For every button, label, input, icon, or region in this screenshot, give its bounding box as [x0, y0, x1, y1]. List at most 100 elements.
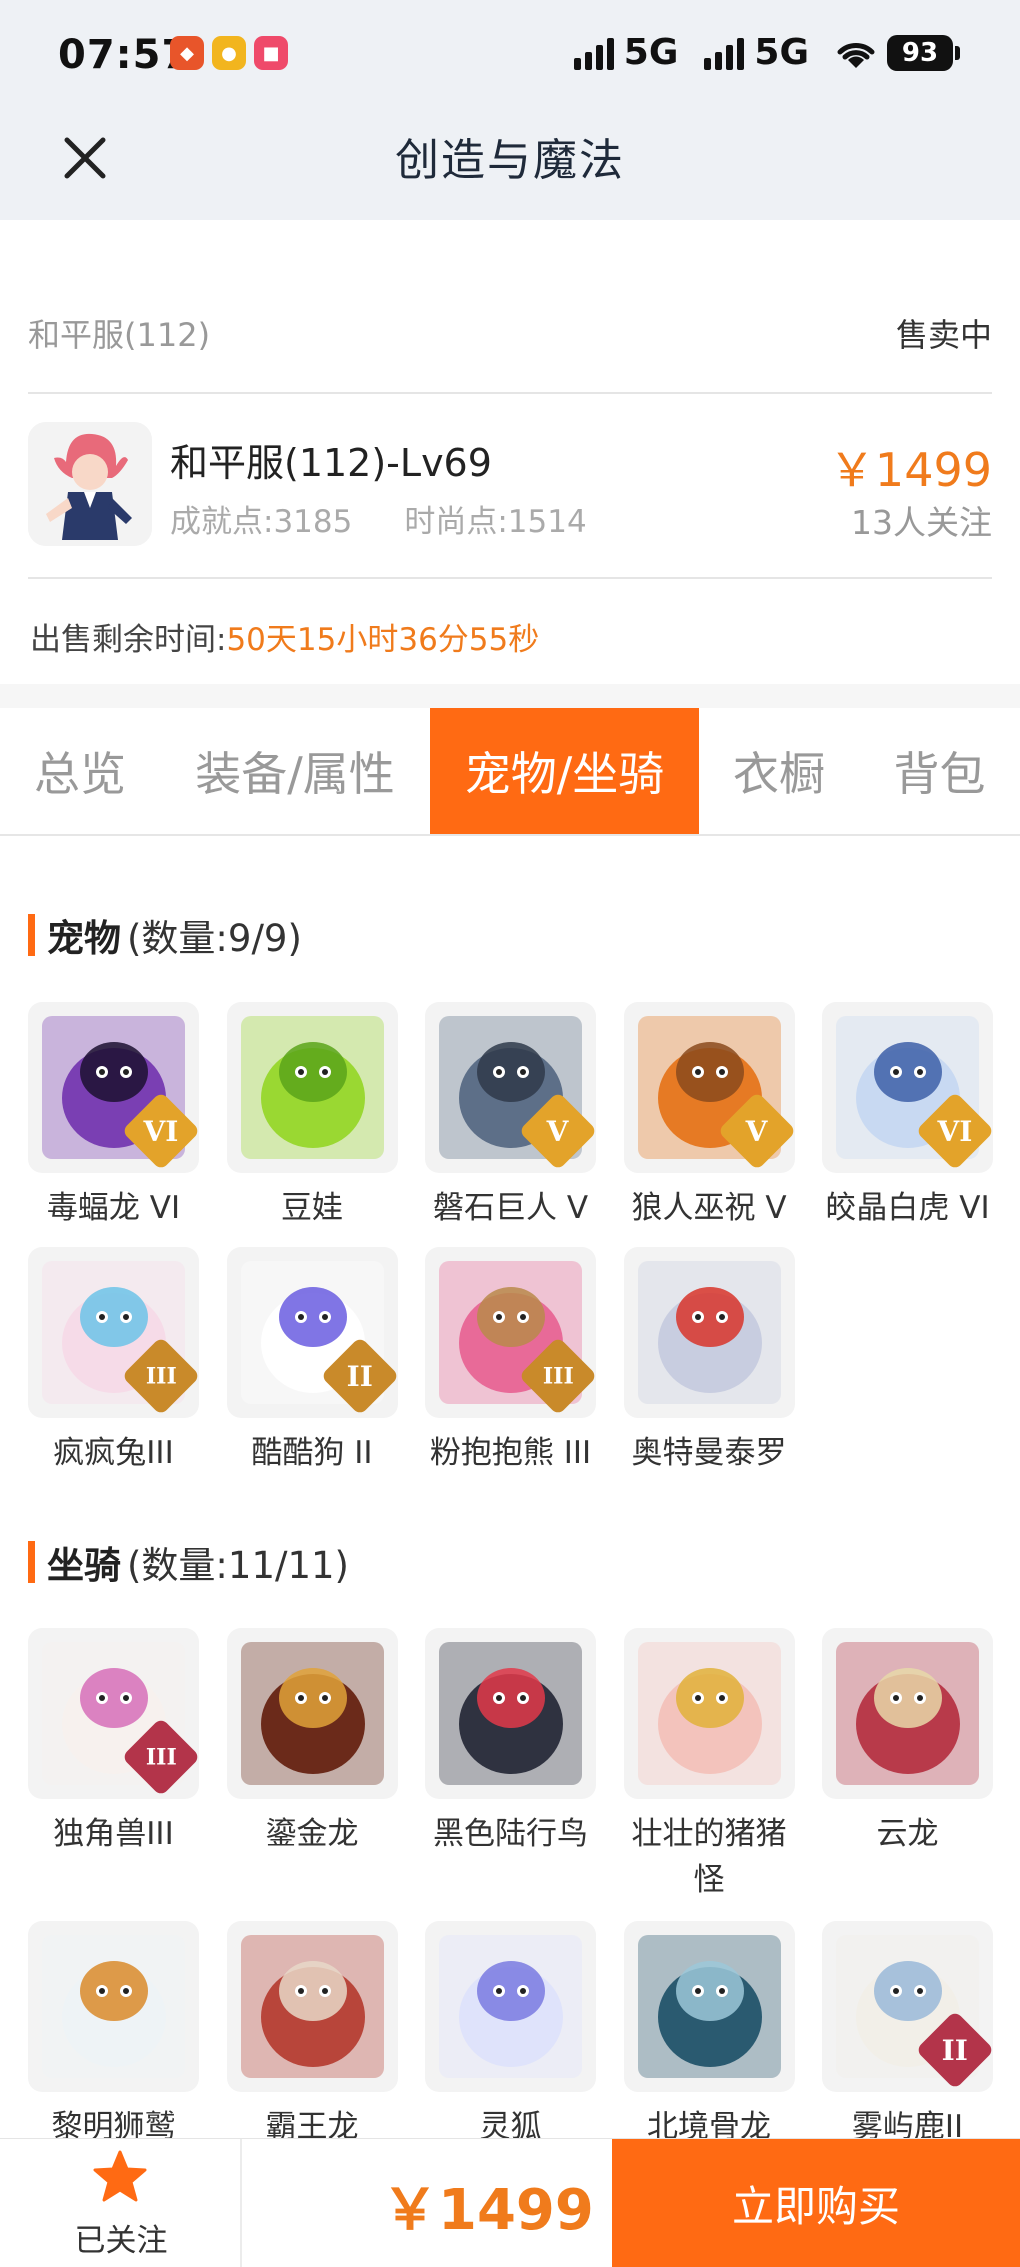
- bottom-price: ￥1499: [382, 2178, 594, 2243]
- battery-tip: [955, 45, 960, 60]
- pet-name: 磐石巨人 V: [432, 1190, 589, 1226]
- pet-name: 豆娃: [281, 1190, 343, 1226]
- pet-item[interactable]: II 酷酷狗 II: [226, 1247, 398, 1476]
- pet-item[interactable]: 奥特曼泰罗: [623, 1247, 795, 1476]
- fashion-points: 时尚点:1514: [404, 504, 587, 540]
- app-header: 创造与魔法: [0, 110, 1020, 220]
- watcher-count: 13人关注: [851, 503, 992, 542]
- mount-item[interactable]: 黎明狮鹫: [28, 1921, 199, 2138]
- pet-item[interactable]: VI 皎晶白虎 VI: [822, 1002, 993, 1231]
- remaining-time-row: 出售剩余时间:50天15小时36分55秒: [30, 614, 539, 659]
- mount-artwork: [836, 1642, 979, 1785]
- remaining-time-value: 50天15小时36分55秒: [226, 622, 540, 658]
- pets-grid: VI 毒蝠龙 VI 豆娃 V 磐石巨人 V V 狼人巫祝 V VI 皎晶白虎 VI III 疯疯兔I…: [28, 1002, 994, 1471]
- mount-item[interactable]: 灵狐: [425, 1921, 596, 2138]
- pets-count: (数量:9/9): [127, 917, 302, 960]
- network-label-1: 5G: [623, 32, 679, 73]
- mount-thumbnail: [28, 1921, 199, 2092]
- tab-equipment[interactable]: 装备/属性: [160, 708, 430, 834]
- app-notification-icon: ◆: [170, 36, 204, 70]
- server-row: 和平服(112) 售卖中: [28, 300, 992, 366]
- pet-name: 疯疯兔III: [53, 1435, 174, 1471]
- pet-name: 粉抱抱熊 III: [429, 1435, 592, 1471]
- mounts-title: 坐骑: [47, 1544, 121, 1587]
- sale-status: 售卖中: [895, 316, 992, 354]
- mount-thumbnail: [226, 1921, 398, 2092]
- tab-bar: 总览 装备/属性 宠物/坐骑 衣橱 背包: [0, 708, 1020, 836]
- pets-section-title: 宠物 (数量:9/9): [28, 908, 302, 962]
- mount-name: 黑色陆行鸟: [433, 1816, 588, 1852]
- pet-item[interactable]: 豆娃: [226, 1002, 398, 1231]
- mount-thumbnail: III: [28, 1628, 199, 1799]
- pet-thumbnail: V: [623, 1002, 795, 1173]
- mount-name: 黎明狮鹫: [51, 2109, 176, 2138]
- tab-wardrobe[interactable]: 衣橱: [699, 708, 859, 834]
- mount-name: 独角兽III: [53, 1816, 174, 1852]
- divider: [28, 392, 992, 394]
- shop-app-icon: ■: [254, 36, 288, 70]
- mount-name: 霸王龙: [265, 2109, 359, 2138]
- signal-icon: [573, 36, 614, 70]
- mount-name: 灵狐: [479, 2109, 542, 2138]
- mounts-section-title: 坐骑 (数量:11/11): [28, 1535, 349, 1589]
- mount-item[interactable]: 壮壮的猪猪怪: [623, 1628, 795, 1903]
- tab-overview[interactable]: 总览: [0, 708, 160, 834]
- mount-thumbnail: [822, 1628, 993, 1799]
- buy-now-button[interactable]: 立即购买: [612, 2139, 1020, 2267]
- tab-backpack[interactable]: 背包: [859, 708, 1020, 834]
- pet-name: 奥特曼泰罗: [631, 1435, 787, 1471]
- pet-item[interactable]: VI 毒蝠龙 VI: [28, 1002, 199, 1231]
- mount-name: 雾屿鹿II: [851, 2109, 964, 2138]
- mount-artwork: [240, 1935, 384, 2078]
- pet-thumbnail: V: [425, 1002, 596, 1173]
- mounts-count: (数量:11/11): [127, 1544, 349, 1587]
- mounts-grid: III 独角兽III 鎏金龙 黑色陆行鸟 壮壮的猪猪怪 云龙黎明狮鹫 霸王龙 灵狐 北境骨龙 II…: [28, 1628, 994, 2138]
- mount-item[interactable]: II 雾屿鹿II: [822, 1921, 993, 2138]
- listing-price: ￥1499: [828, 443, 992, 497]
- network-label-2: 5G: [754, 32, 809, 73]
- role-summary: 和平服(112)-Lv69 成就点:3185 时尚点:1514 ￥1499 13人…: [28, 420, 992, 550]
- role-stats: 成就点:3185 时尚点:1514: [170, 496, 639, 541]
- pet-thumbnail: III: [28, 1247, 199, 1418]
- follow-button[interactable]: 已关注: [0, 2139, 242, 2267]
- pet-item[interactable]: III 粉抱抱熊 III: [425, 1247, 596, 1476]
- pet-thumbnail: [226, 1002, 398, 1173]
- mount-item[interactable]: 霸王龙: [226, 1921, 398, 2138]
- mount-item[interactable]: 黑色陆行鸟: [425, 1628, 596, 1857]
- wifi-icon: [837, 42, 875, 68]
- weibo-icon: ●: [212, 36, 246, 70]
- status-bar: 07:57 ◆ ● ■ 5G 5G 93: [0, 0, 1020, 110]
- pet-artwork: [637, 1261, 781, 1404]
- pet-item[interactable]: V 狼人巫祝 V: [623, 1002, 795, 1231]
- star-icon: [93, 2150, 147, 2202]
- follow-label: 已关注: [74, 2223, 168, 2259]
- pet-thumbnail: VI: [822, 1002, 993, 1173]
- mount-name: 云龙: [876, 1816, 939, 1852]
- mount-thumbnail: [623, 1921, 795, 2092]
- mount-thumbnail: II: [822, 1921, 993, 2092]
- mount-item[interactable]: 云龙: [822, 1628, 993, 1857]
- mount-artwork: [240, 1642, 384, 1785]
- pet-item[interactable]: III 疯疯兔III: [28, 1247, 199, 1476]
- mount-item[interactable]: 北境骨龙: [623, 1921, 795, 2138]
- tab-pets-mounts[interactable]: 宠物/坐骑: [430, 708, 699, 834]
- achievement-points: 成就点:3185: [170, 504, 353, 540]
- mount-artwork: [439, 1935, 582, 2078]
- pet-thumbnail: II: [226, 1247, 398, 1418]
- mount-item[interactable]: III 独角兽III: [28, 1628, 199, 1857]
- mount-name: 北境骨龙: [647, 2109, 771, 2138]
- page-title: 创造与魔法: [395, 135, 625, 186]
- server-name: 和平服(112): [28, 316, 211, 354]
- mount-item[interactable]: 鎏金龙: [226, 1628, 398, 1857]
- status-app-icons: ◆ ● ■: [170, 36, 288, 70]
- pets-title: 宠物: [47, 917, 121, 960]
- pet-thumbnail: [623, 1247, 795, 1418]
- pet-item[interactable]: V 磐石巨人 V: [425, 1002, 596, 1231]
- pet-name: 毒蝠龙 VI: [46, 1190, 181, 1226]
- mount-artwork: [637, 1642, 781, 1785]
- signal-icon-2: [704, 36, 745, 70]
- mount-artwork: [42, 1935, 185, 2078]
- remaining-time-label: 出售剩余时间:: [30, 622, 227, 658]
- mount-thumbnail: [425, 1628, 596, 1799]
- pet-thumbnail: III: [425, 1247, 596, 1418]
